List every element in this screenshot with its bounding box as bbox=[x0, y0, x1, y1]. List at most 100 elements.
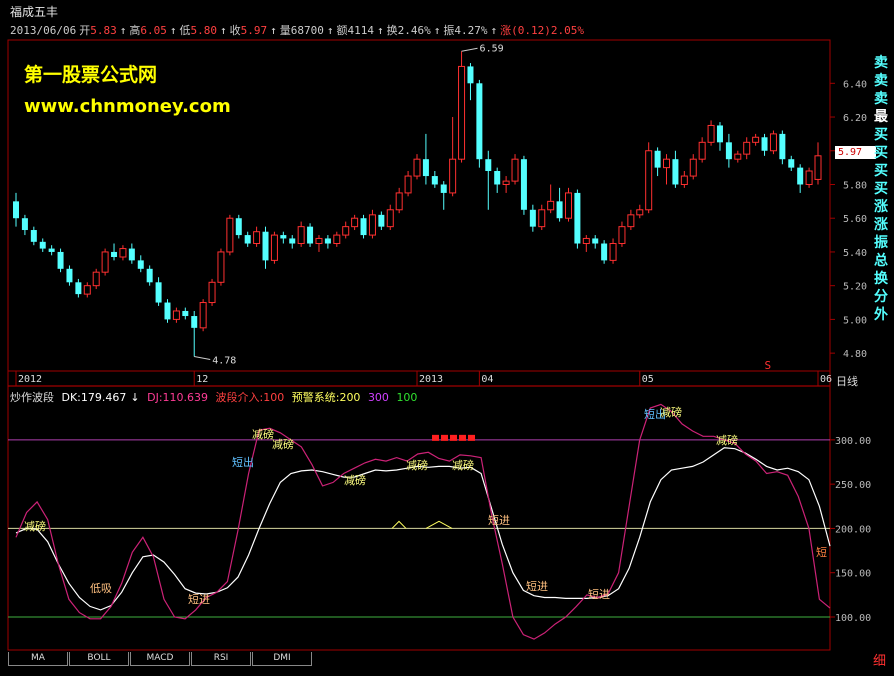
right-column-item[interactable]: 涨 bbox=[871, 216, 891, 234]
candle-body bbox=[57, 251, 64, 269]
candle-body bbox=[342, 226, 350, 236]
candle-body bbox=[680, 175, 688, 185]
candle-body bbox=[752, 136, 760, 143]
ind-axis-label: 200.00 bbox=[835, 524, 871, 535]
time-axis-label: 2012 bbox=[18, 374, 42, 385]
ind-axis-label: 150.00 bbox=[835, 569, 871, 580]
candle-body bbox=[636, 209, 644, 216]
candle-body bbox=[111, 251, 118, 258]
candle-body bbox=[244, 235, 251, 244]
signal-annotation: 短进 bbox=[488, 513, 510, 527]
right-column-item[interactable]: 外 bbox=[871, 306, 891, 324]
dj-value: DJ:110.639 bbox=[147, 391, 209, 404]
candle-body bbox=[564, 192, 572, 219]
candle-body bbox=[431, 176, 438, 185]
right-column-item[interactable]: 买 bbox=[871, 126, 891, 144]
candle-body bbox=[476, 83, 483, 160]
candle-body bbox=[627, 214, 635, 228]
candle-body bbox=[485, 159, 492, 171]
candle-body bbox=[360, 218, 367, 236]
candle-body bbox=[13, 201, 19, 219]
candle-body bbox=[502, 180, 510, 185]
line-300-label: 300 bbox=[367, 391, 389, 404]
signal-annotation: 减磅 bbox=[252, 427, 274, 441]
price-axis-label: 5.00 bbox=[843, 315, 867, 326]
signal-annotation: 减磅 bbox=[452, 458, 474, 472]
time-axis-label: 06 bbox=[820, 374, 832, 385]
right-column-item[interactable]: 振 bbox=[871, 234, 891, 252]
right-column-item[interactable]: 分 bbox=[871, 288, 891, 306]
signal-annotation: 低吸 bbox=[90, 582, 112, 595]
right-column-item[interactable]: 总 bbox=[871, 252, 891, 270]
candle-body bbox=[511, 158, 519, 182]
candle-body bbox=[217, 251, 225, 283]
right-column-item[interactable]: 换 bbox=[871, 270, 891, 288]
right-column-item[interactable]: 买 bbox=[871, 144, 891, 162]
candle-body bbox=[395, 192, 403, 211]
candle-body bbox=[297, 226, 305, 245]
price-axis-label: 5.40 bbox=[843, 248, 867, 259]
warn-value: 预警系统:200 bbox=[291, 391, 361, 404]
price-axis-label: 5.20 bbox=[843, 282, 867, 293]
candle-body bbox=[21, 218, 28, 231]
ind-axis-label: 250.00 bbox=[835, 480, 871, 491]
candle-body bbox=[333, 234, 341, 245]
candle-body bbox=[725, 142, 732, 160]
indicator-tabs: MA BOLL MACD RSI DMI bbox=[8, 652, 313, 666]
candle-body bbox=[182, 310, 189, 317]
right-column-item[interactable]: 卖 bbox=[871, 72, 891, 90]
candle-body bbox=[83, 285, 91, 295]
band-signal-block bbox=[468, 434, 475, 441]
right-column-item[interactable]: 最 bbox=[871, 108, 891, 126]
time-axis-label: 2013 bbox=[419, 374, 443, 385]
candle-body bbox=[556, 201, 563, 219]
candle-body bbox=[494, 170, 501, 185]
candle-body bbox=[520, 159, 527, 210]
price-axis-label: 6.20 bbox=[843, 113, 867, 124]
period-label[interactable]: 日线 bbox=[836, 373, 858, 389]
candle-body bbox=[137, 260, 144, 269]
right-column-item[interactable]: 卖 bbox=[871, 54, 891, 72]
candle-body bbox=[707, 124, 715, 143]
candle-body bbox=[609, 243, 617, 261]
tab-ma[interactable]: MA bbox=[8, 652, 68, 666]
candle-body bbox=[797, 167, 804, 185]
tab-rsi[interactable]: RSI bbox=[191, 652, 251, 666]
right-column-item[interactable]: 卖 bbox=[871, 90, 891, 108]
tab-dmi[interactable]: DMI bbox=[252, 652, 312, 666]
signal-annotation: 减磅 bbox=[344, 473, 366, 487]
candle-body bbox=[39, 241, 46, 249]
candle-body bbox=[734, 153, 742, 160]
indicator-header: 炒作波段 DK:179.467 ↓ DJ:110.639 波段介入:100 预警系… bbox=[10, 389, 421, 405]
candle-body bbox=[788, 159, 795, 168]
tab-macd[interactable]: MACD bbox=[130, 652, 190, 666]
candle-body bbox=[30, 230, 37, 242]
candle-body bbox=[128, 248, 135, 261]
candle-body bbox=[618, 226, 626, 245]
time-axis-label: 12 bbox=[196, 374, 208, 385]
candle-body bbox=[226, 217, 234, 253]
candle-body bbox=[92, 271, 100, 287]
candle-body bbox=[440, 184, 447, 193]
price-axis-label: 5.80 bbox=[843, 180, 867, 191]
right-column-item[interactable]: 涨 bbox=[871, 198, 891, 216]
candle-body bbox=[119, 248, 127, 258]
tab-boll[interactable]: BOLL bbox=[69, 652, 129, 666]
high-marker-label: 6.59 bbox=[480, 43, 504, 54]
indicator-name[interactable]: 炒作波段 bbox=[10, 391, 54, 404]
high-marker-line bbox=[461, 47, 478, 52]
candle-body bbox=[191, 316, 198, 328]
candle-body bbox=[235, 218, 242, 236]
candle-body bbox=[689, 158, 697, 177]
candle-body bbox=[324, 238, 331, 244]
candle-body bbox=[146, 268, 153, 283]
corner-label[interactable]: 细 bbox=[873, 650, 886, 669]
price-axis-label: 4.80 bbox=[843, 349, 867, 360]
right-column-item[interactable]: 买 bbox=[871, 162, 891, 180]
candle-body bbox=[351, 217, 359, 228]
candle-body bbox=[404, 175, 412, 194]
right-column-item[interactable]: 买 bbox=[871, 180, 891, 198]
candle-body bbox=[769, 133, 777, 152]
time-axis-label: 04 bbox=[481, 374, 493, 385]
signal-annotation: 减磅 bbox=[716, 433, 738, 447]
